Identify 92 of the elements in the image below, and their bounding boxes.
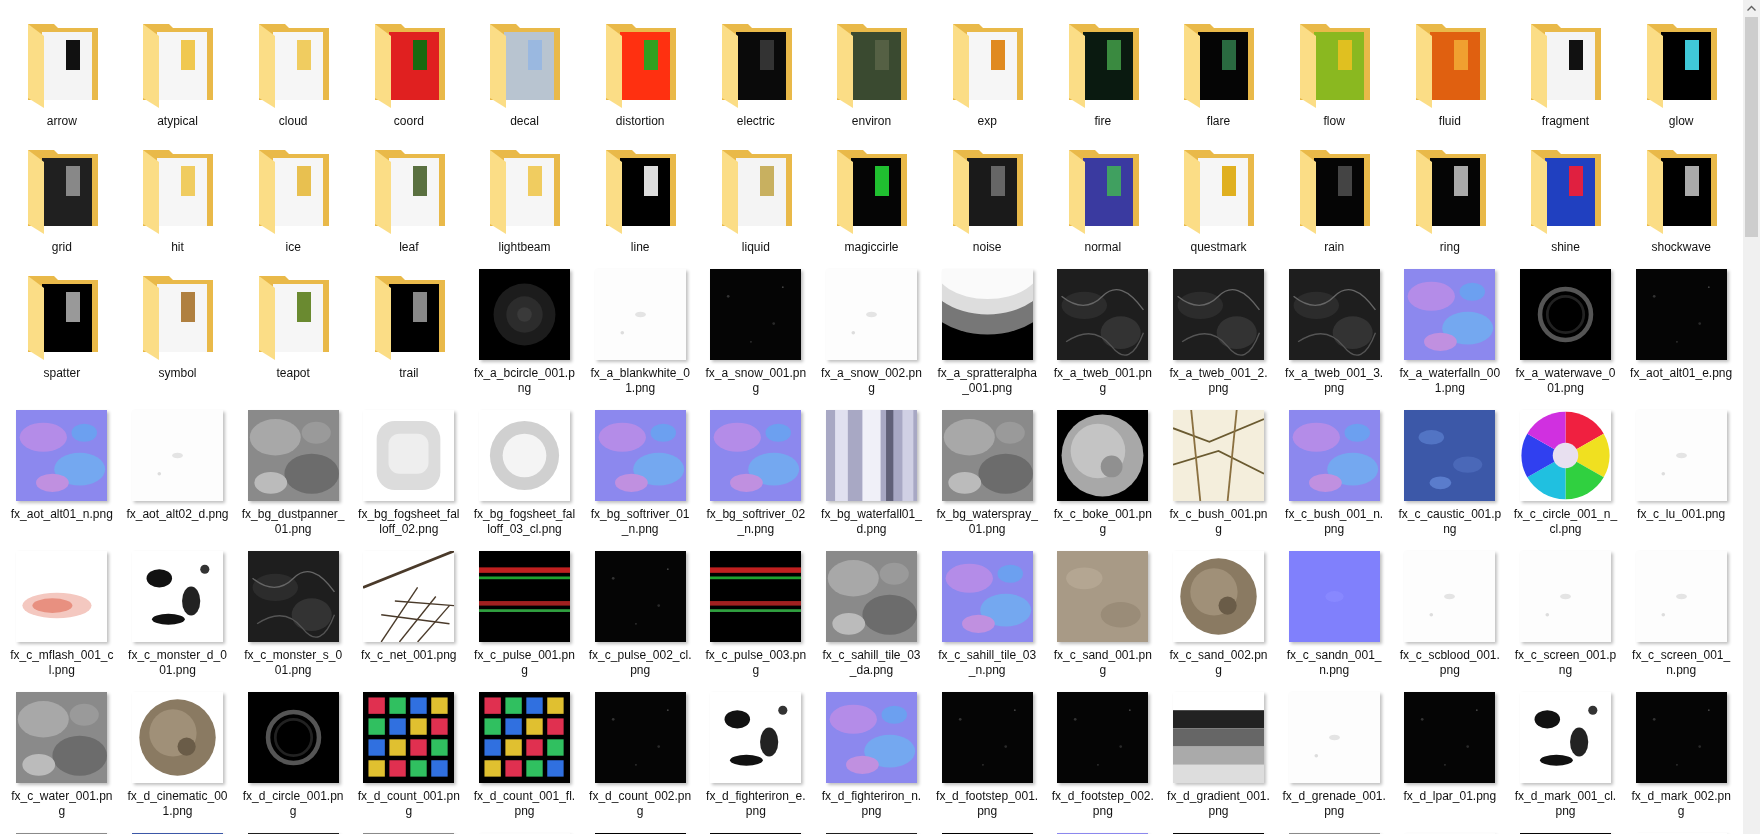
file-name[interactable]: fx_c_screen_001_n.png bbox=[1629, 648, 1734, 678]
folder-name[interactable]: flare bbox=[1166, 114, 1271, 129]
file-name[interactable]: fx_c_water_001.png bbox=[9, 789, 114, 819]
file-name[interactable]: fx_a_tweb_001.png bbox=[1050, 366, 1155, 396]
file-name[interactable]: fx_c_sandn_001_n.png bbox=[1282, 648, 1387, 678]
folder-name[interactable]: atypical bbox=[125, 114, 230, 129]
file-name[interactable]: fx_d_mark_001_cl.png bbox=[1513, 789, 1618, 819]
file-name[interactable]: fx_d_fighteriron_n.png bbox=[819, 789, 924, 819]
file-name[interactable]: fx_a_tweb_001_2.png bbox=[1166, 366, 1271, 396]
file-name[interactable]: fx_a_snow_002.png bbox=[819, 366, 924, 396]
file-name[interactable]: fx_a_waterwave_001.png bbox=[1513, 366, 1618, 396]
file-name[interactable]: fx_a_bcircle_001.png bbox=[472, 366, 577, 396]
folder-name[interactable]: shockwave bbox=[1629, 240, 1734, 255]
folder-name[interactable]: cloud bbox=[241, 114, 346, 129]
file-name[interactable]: fx_c_bush_001.png bbox=[1166, 507, 1271, 537]
folder-name[interactable]: normal bbox=[1050, 240, 1155, 255]
file-name[interactable]: fx_d_count_001.png bbox=[356, 789, 461, 819]
file-name[interactable]: fx_a_waterfalln_001.png bbox=[1397, 366, 1502, 396]
file-name[interactable]: fx_a_spratteralpha_001.png bbox=[935, 366, 1040, 396]
file-name[interactable]: fx_d_fighteriron_e.png bbox=[703, 789, 808, 819]
file-name[interactable]: fx_c_net_001.png bbox=[356, 648, 461, 663]
folder-name[interactable]: line bbox=[588, 240, 693, 255]
file-name[interactable]: fx_c_sand_001.png bbox=[1050, 648, 1155, 678]
folder-name[interactable]: coord bbox=[356, 114, 461, 129]
file-name[interactable]: fx_c_caustic_001.png bbox=[1397, 507, 1502, 537]
folder-name[interactable]: fragment bbox=[1513, 114, 1618, 129]
folder-name[interactable]: noise bbox=[935, 240, 1040, 255]
file-name[interactable]: fx_bg_fogsheet_falloff_02.png bbox=[356, 507, 461, 537]
file-name[interactable]: fx_bg_fogsheet_falloff_03_cl.png bbox=[472, 507, 577, 537]
file-name[interactable]: fx_c_monster_s_001.png bbox=[241, 648, 346, 678]
folder-name[interactable]: lightbeam bbox=[472, 240, 577, 255]
file-name[interactable]: fx_c_sahill_tile_03_da.png bbox=[819, 648, 924, 678]
file-name[interactable]: fx_a_blankwhite_01.png bbox=[588, 366, 693, 396]
file-name[interactable]: fx_c_pulse_003.png bbox=[703, 648, 808, 678]
folder-name[interactable]: shine bbox=[1513, 240, 1618, 255]
file-name[interactable]: fx_a_snow_001.png bbox=[703, 366, 808, 396]
file-name[interactable]: fx_d_count_001_fl.png bbox=[472, 789, 577, 819]
file-name[interactable]: fx_c_sahill_tile_03_n.png bbox=[935, 648, 1040, 678]
folder-name[interactable]: fire bbox=[1050, 114, 1155, 129]
folder-name[interactable]: trail bbox=[356, 366, 461, 381]
folder-name[interactable]: arrow bbox=[9, 114, 114, 129]
file-name[interactable]: fx_bg_softriver_01_n.png bbox=[588, 507, 693, 537]
folder-name[interactable]: glow bbox=[1629, 114, 1734, 129]
file-name[interactable]: fx_c_lu_001.png bbox=[1629, 507, 1734, 522]
file-name[interactable]: fx_d_count_002.png bbox=[588, 789, 693, 819]
file-name[interactable]: fx_bg_waterfall01_d.png bbox=[819, 507, 924, 537]
scrollbar[interactable] bbox=[1743, 0, 1760, 834]
file-name[interactable]: fx_c_scblood_001.png bbox=[1397, 648, 1502, 678]
folder-name[interactable]: leaf bbox=[356, 240, 461, 255]
folder-name[interactable]: flow bbox=[1282, 114, 1387, 129]
folder-name[interactable]: symbol bbox=[125, 366, 230, 381]
folder-name[interactable]: ring bbox=[1397, 240, 1502, 255]
file-name[interactable]: fx_aot_alt01_e.png bbox=[1629, 366, 1734, 381]
file-name[interactable]: fx_c_sand_002.png bbox=[1166, 648, 1271, 678]
file-name[interactable]: fx_c_circle_001_n_cl.png bbox=[1513, 507, 1618, 537]
folder-name[interactable]: spatter bbox=[9, 366, 114, 381]
folder-name[interactable]: electric bbox=[703, 114, 808, 129]
file-name[interactable]: fx_c_pulse_002_cl.png bbox=[588, 648, 693, 678]
file-name[interactable]: fx_bg_dustpanner_01.png bbox=[241, 507, 346, 537]
file-name[interactable]: fx_c_bush_001_n.png bbox=[1282, 507, 1387, 537]
folder-name[interactable]: exp bbox=[935, 114, 1040, 129]
folder-name[interactable]: environ bbox=[819, 114, 924, 129]
folder-name[interactable]: liquid bbox=[703, 240, 808, 255]
file-name[interactable]: fx_aot_alt02_d.png bbox=[125, 507, 230, 522]
file-name[interactable]: fx_c_pulse_001.png bbox=[472, 648, 577, 678]
folder-name[interactable]: decal bbox=[472, 114, 577, 129]
folder-name[interactable]: ice bbox=[241, 240, 346, 255]
folder-name[interactable]: fluid bbox=[1397, 114, 1502, 129]
scrollbar-thumb[interactable] bbox=[1745, 17, 1758, 237]
file-name[interactable]: fx_c_screen_001.png bbox=[1513, 648, 1618, 678]
file-name[interactable]: fx_d_gradient_001.png bbox=[1166, 789, 1271, 819]
file-name[interactable]: fx_bg_waterspray_01.png bbox=[935, 507, 1040, 537]
file-name[interactable]: fx_c_monster_d_001.png bbox=[125, 648, 230, 678]
folder-name[interactable]: teapot bbox=[241, 366, 346, 381]
file-name[interactable]: fx_d_circle_001.png bbox=[241, 789, 346, 819]
file-name[interactable]: fx_d_grenade_001.png bbox=[1282, 789, 1387, 819]
folder-name[interactable]: questmark bbox=[1166, 240, 1271, 255]
folder-name[interactable]: hit bbox=[125, 240, 230, 255]
folder-name[interactable]: magiccirle bbox=[819, 240, 924, 255]
file-name[interactable]: fx_c_mflash_001_cl.png bbox=[9, 648, 114, 678]
folder-name[interactable]: grid bbox=[9, 240, 114, 255]
file-name[interactable]: fx_d_footstep_002.png bbox=[1050, 789, 1155, 819]
file-name[interactable]: fx_a_tweb_001_3.png bbox=[1282, 366, 1387, 396]
file-name[interactable]: fx_c_boke_001.png bbox=[1050, 507, 1155, 537]
file-name[interactable]: fx_bg_softriver_02_n.png bbox=[703, 507, 808, 537]
folder-name[interactable]: distortion bbox=[588, 114, 693, 129]
file-name[interactable]: fx_d_mark_002.png bbox=[1629, 789, 1734, 819]
file-name[interactable]: fx_d_cinematic_001.png bbox=[125, 789, 230, 819]
file-name[interactable]: fx_aot_alt01_n.png bbox=[9, 507, 114, 522]
file-name[interactable]: fx_d_footstep_001.png bbox=[935, 789, 1040, 819]
folder-name[interactable]: rain bbox=[1282, 240, 1387, 255]
file-name[interactable]: fx_d_lpar_01.png bbox=[1397, 789, 1502, 804]
